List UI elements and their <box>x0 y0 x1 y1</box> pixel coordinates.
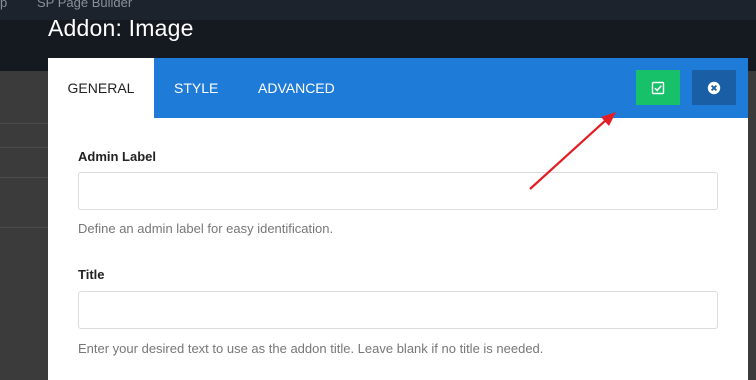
title-label: Title <box>78 267 105 282</box>
background-menu-item: p <box>0 0 8 10</box>
apply-button[interactable] <box>636 70 680 105</box>
tab-advanced[interactable]: ADVANCED <box>258 58 335 118</box>
background-divider <box>0 177 48 178</box>
check-square-icon <box>651 81 665 94</box>
background-divider <box>0 147 48 148</box>
close-circle-icon <box>707 81 721 94</box>
modal-tab-bar: GENERAL STYLE ADVANCED <box>48 58 748 118</box>
title-input[interactable] <box>78 291 718 329</box>
background-divider <box>0 123 48 124</box>
title-help: Enter your desired text to use as the ad… <box>78 341 544 356</box>
background-divider <box>0 227 48 228</box>
cancel-button[interactable] <box>692 70 736 105</box>
admin-label-label: Admin Label <box>78 149 157 164</box>
admin-label-input[interactable] <box>78 172 718 210</box>
tab-style[interactable]: STYLE <box>174 58 218 118</box>
tab-general[interactable]: GENERAL <box>48 58 154 118</box>
background-menu-item: SP Page Builder <box>37 0 133 10</box>
modal-title: Addon: Image <box>48 15 194 41</box>
admin-label-help: Define an admin label for easy identific… <box>78 221 334 236</box>
addon-settings-modal: GENERAL STYLE ADVANCED Admin Label Defin… <box>48 58 748 380</box>
